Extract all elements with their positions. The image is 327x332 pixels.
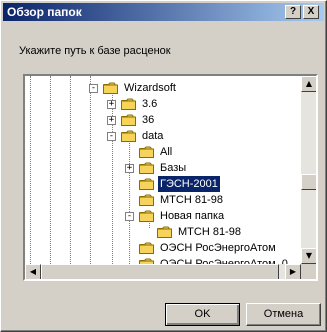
- tree-item-label: Новая папка: [160, 210, 225, 222]
- folder-icon: [157, 226, 172, 238]
- folder-tree[interactable]: - Wizardsoft +3.6 +36 - data All + Базы ГЭСН-2001…: [23, 74, 318, 281]
- tree-item-label: 36: [142, 114, 155, 126]
- tree-item-label: 3.6: [142, 98, 158, 110]
- tree-expander-collapse[interactable]: -: [107, 132, 116, 141]
- tree-expander-collapse[interactable]: -: [89, 84, 98, 93]
- tree-guide-line: [90, 76, 91, 264]
- folder-icon: [139, 210, 154, 222]
- folder-tree-view[interactable]: - Wizardsoft +3.6 +36 - data All + Базы ГЭСН-2001…: [25, 76, 301, 264]
- vertical-scroll-thumb[interactable]: [301, 174, 316, 190]
- title-bar[interactable]: Обзор папок ? X: [3, 3, 324, 21]
- tree-guide-line: [112, 84, 113, 264]
- tree-item-label: Базы: [160, 162, 187, 174]
- tree-expander-collapse[interactable]: -: [125, 212, 134, 221]
- folder-icon: [103, 82, 118, 94]
- scroll-left-button[interactable]: ◀: [25, 264, 41, 279]
- tree-item-label: МТСН 81-98: [178, 226, 241, 238]
- tree-item-label: ГЭСН-2001: [158, 176, 220, 192]
- dialog-title: Обзор папок: [7, 5, 82, 19]
- horizontal-scrollbar[interactable]: ◀ ▶: [25, 264, 301, 279]
- folder-icon: [121, 98, 136, 110]
- help-button[interactable]: ?: [285, 5, 301, 19]
- tree-item-label: Wizardsoft: [124, 82, 176, 94]
- folder-icon: [139, 178, 154, 190]
- tree-item-label: ОЭСН РосЭнергоАтом_0: [160, 258, 288, 264]
- tree-item-label: All: [160, 146, 173, 158]
- vertical-scrollbar[interactable]: ▲ ▼: [301, 76, 316, 264]
- scroll-down-button[interactable]: ▼: [301, 248, 316, 264]
- instruction-text: Укажите путь к базе расценок: [19, 45, 171, 57]
- tree-guide-line: [30, 76, 31, 264]
- tree-expander-expand[interactable]: +: [125, 164, 134, 173]
- scroll-right-button[interactable]: ▶: [285, 264, 301, 279]
- folder-icon: [139, 194, 154, 206]
- browse-folders-dialog: Обзор папок ? X Укажите путь к базе расц…: [0, 0, 327, 332]
- folder-icon: [139, 242, 154, 254]
- horizontal-scroll-thumb[interactable]: [41, 264, 279, 279]
- folder-icon: [121, 130, 136, 142]
- scrollbar-corner: [301, 264, 316, 279]
- tree-item-label: МТСН 81-98: [160, 194, 223, 206]
- scroll-up-button[interactable]: ▲: [301, 76, 316, 92]
- tree-guide-line: [70, 76, 71, 264]
- cancel-button[interactable]: Отмена: [246, 303, 321, 326]
- tree-expander-expand[interactable]: +: [107, 100, 116, 109]
- close-button[interactable]: X: [303, 5, 319, 19]
- tree-item-label: ОЭСН РосЭнергоАтом: [160, 242, 276, 254]
- folder-icon: [139, 162, 154, 174]
- folder-icon: [139, 146, 154, 158]
- tree-expander-expand[interactable]: +: [107, 116, 116, 125]
- folder-icon: [121, 114, 136, 126]
- ok-button[interactable]: OK: [165, 303, 240, 326]
- tree-item-label: data: [142, 130, 164, 142]
- tree-guide-line: [129, 132, 130, 264]
- tree-guide-line: [50, 76, 51, 264]
